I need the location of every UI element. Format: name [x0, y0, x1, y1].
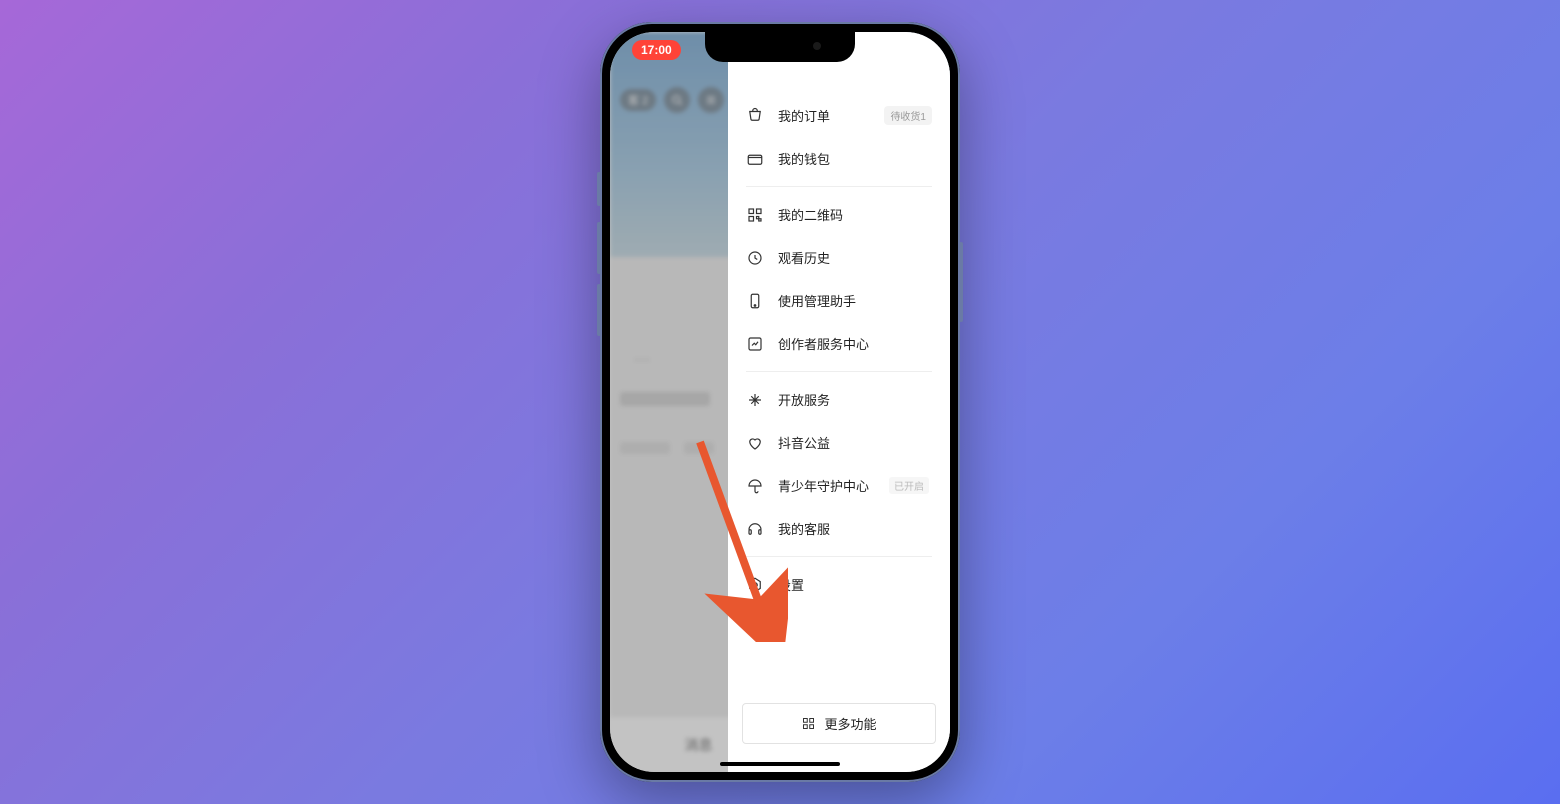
more-btn-label: 更多功能 — [824, 714, 876, 733]
side-drawer: 我的订单 待收货1 我的钱包 我的二维码 — [728, 32, 950, 772]
sparkle-icon — [746, 391, 764, 409]
volume-up — [597, 222, 601, 274]
menu-my-qrcode[interactable]: 我的二维码 — [728, 193, 950, 236]
menu-label: 开放服务 — [778, 390, 830, 409]
phone-frame: 17:00 客 2 ···· 消息 我 — [600, 22, 960, 782]
menu-label: 我的客服 — [778, 519, 830, 538]
notch — [705, 32, 855, 62]
youth-badge: 已开启 — [889, 477, 929, 494]
menu-watch-history[interactable]: 观看历史 — [728, 236, 950, 279]
menu-my-wallet[interactable]: 我的钱包 — [728, 137, 950, 180]
menu-my-orders[interactable]: 我的订单 待收货1 — [728, 94, 950, 137]
menu-label: 我的订单 — [778, 106, 830, 125]
umbrella-icon — [746, 477, 764, 495]
phone-manage-icon — [746, 292, 764, 310]
menu-open-service[interactable]: 开放服务 — [728, 378, 950, 421]
power-button — [959, 242, 963, 322]
menu-label: 设置 — [778, 575, 804, 594]
divider — [746, 371, 932, 372]
divider — [746, 186, 932, 187]
heart-icon — [746, 434, 764, 452]
menu-label: 我的二维码 — [778, 205, 843, 224]
clock-icon — [746, 249, 764, 267]
menu-customer-support[interactable]: 我的客服 — [728, 507, 950, 550]
menu-settings[interactable]: 设置 — [728, 563, 950, 606]
mute-switch — [597, 172, 601, 206]
qrcode-icon — [746, 206, 764, 224]
menu-label: 创作者服务中心 — [778, 334, 869, 353]
divider — [746, 556, 932, 557]
more-features-button[interactable]: 更多功能 — [742, 703, 936, 744]
screen: 17:00 客 2 ···· 消息 我 — [610, 32, 950, 772]
status-time-recording: 17:00 — [632, 40, 681, 60]
orders-badge: 待收货1 — [884, 106, 932, 125]
menu-label: 抖音公益 — [778, 433, 830, 452]
menu-label: 观看历史 — [778, 248, 830, 267]
menu-charity[interactable]: 抖音公益 — [728, 421, 950, 464]
gear-icon — [746, 576, 764, 594]
menu-youth-guardian[interactable]: 青少年守护中心 已开启 — [728, 464, 950, 507]
cart-icon — [746, 107, 764, 125]
home-indicator — [720, 762, 840, 766]
menu-label: 青少年守护中心 — [778, 476, 869, 495]
menu-label: 我的钱包 — [778, 149, 830, 168]
wallet-icon — [746, 150, 764, 168]
chart-icon — [746, 335, 764, 353]
volume-down — [597, 284, 601, 336]
headset-icon — [746, 520, 764, 538]
menu-creator-center[interactable]: 创作者服务中心 — [728, 322, 950, 365]
menu-label: 使用管理助手 — [778, 291, 856, 310]
menu-usage-assistant[interactable]: 使用管理助手 — [728, 279, 950, 322]
